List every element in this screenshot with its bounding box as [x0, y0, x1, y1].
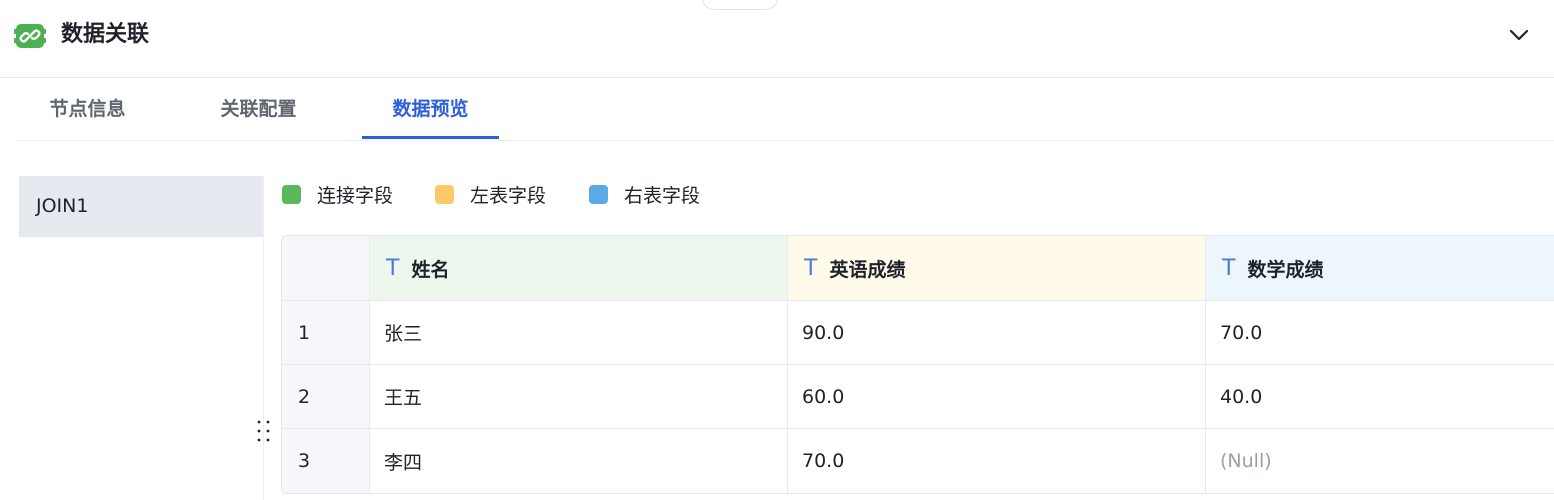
page-title: 数据关联: [61, 22, 150, 47]
tab-node-info[interactable]: 节点信息: [18, 78, 157, 138]
legend-swatch-right: [589, 184, 608, 204]
column-header-label: 姓名: [411, 258, 450, 281]
row-index: 3: [282, 429, 370, 493]
table-cell: 李四: [370, 429, 788, 493]
legend-swatch-join: [282, 184, 301, 204]
column-header-name[interactable]: T 姓名: [370, 236, 788, 300]
legend-join-field: 连接字段: [282, 182, 394, 207]
null-cell: (Null): [1220, 450, 1272, 472]
column-header-english[interactable]: T 英语成绩: [788, 236, 1206, 300]
panel-header: [0, 0, 1554, 78]
legend-swatch-left: [435, 184, 454, 204]
table-cell: 60.0: [788, 365, 1206, 428]
drag-handle-icon[interactable]: [254, 419, 274, 445]
table-cell: 70.0: [1220, 321, 1263, 344]
table-cell: 张三: [370, 301, 788, 364]
table-cell: 40.0: [1220, 385, 1263, 408]
legend-left-field: 左表字段: [435, 182, 547, 207]
active-tab-indicator: [362, 136, 499, 139]
sidebar-item-join1[interactable]: JOIN1: [19, 176, 263, 237]
legend-right-field: 右表字段: [589, 182, 701, 207]
tab-data-preview[interactable]: 数据预览: [362, 78, 499, 138]
collapse-button[interactable]: [1504, 22, 1534, 48]
column-header-label: 数学成绩: [1247, 258, 1324, 281]
row-index: 1: [282, 301, 370, 364]
index-header: [282, 236, 370, 300]
table-cell: 王五: [370, 365, 788, 428]
row-index: 2: [282, 365, 370, 428]
text-type-icon: T: [386, 255, 400, 281]
table-cell: 90.0: [788, 301, 1206, 364]
text-type-icon: T: [1222, 255, 1236, 281]
chevron-down-icon: [1509, 29, 1529, 41]
legend-label: 右表字段: [624, 184, 701, 207]
column-header-label: 英语成绩: [829, 258, 906, 281]
link-chain-icon: [14, 20, 46, 52]
column-header-math[interactable]: T 数学成绩: [1206, 236, 1554, 300]
tab-join-config[interactable]: 关联配置: [189, 78, 328, 138]
table-cell: 70.0: [788, 429, 1206, 493]
text-type-icon: T: [804, 255, 818, 281]
tab-bar: 节点信息 关联配置 数据预览: [18, 78, 1554, 141]
legend-label: 左表字段: [470, 184, 547, 207]
sidebar-divider: [263, 176, 264, 500]
legend-label: 连接字段: [317, 184, 394, 207]
data-preview-table: T 姓名 T 英语成绩 T 数学成绩 1 张三 90.0 70.0 2 王五 6…: [281, 235, 1554, 494]
